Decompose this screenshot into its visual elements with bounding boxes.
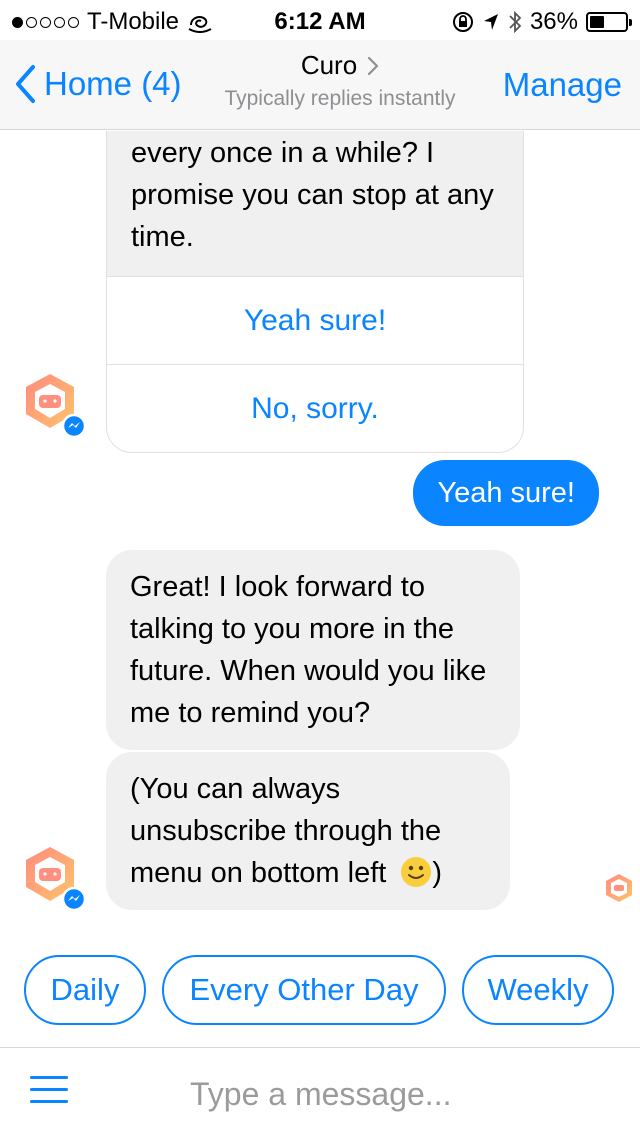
quick-reply-every-other-day[interactable]: Every Other Day bbox=[162, 955, 446, 1025]
back-button[interactable]: Home (4) bbox=[14, 64, 182, 104]
battery-icon bbox=[586, 12, 632, 32]
conversation-header[interactable]: Curo Typically replies instantly bbox=[200, 50, 480, 111]
response-time-subtitle: Typically replies instantly bbox=[224, 87, 456, 110]
battery-percent: 36% bbox=[529, 8, 578, 35]
chevron-right-icon bbox=[368, 56, 379, 75]
bot-message-2-text: (You can always unsubscribe through the … bbox=[130, 773, 442, 889]
bot-message-2-end: ) bbox=[432, 857, 443, 889]
conversation-title: Curo bbox=[301, 50, 379, 81]
contact-name: Curo bbox=[300, 50, 358, 80]
message-composer bbox=[0, 1047, 640, 1136]
hamburger-menu-icon[interactable] bbox=[30, 1076, 68, 1108]
location-arrow-icon bbox=[483, 14, 498, 30]
quick-replies: Daily Every Other Day Weekly bbox=[24, 955, 614, 1025]
read-receipt-avatar-icon bbox=[606, 874, 632, 902]
nav-bar: Home (4) Curo Typically replies instantl… bbox=[0, 40, 640, 130]
bot-avatar-icon[interactable] bbox=[20, 370, 88, 438]
smiley-emoji-icon bbox=[401, 857, 432, 887]
status-bar: T-Mobile 6:12 AM 36% bbox=[0, 0, 640, 40]
card-option-no-sorry[interactable]: No, sorry. bbox=[107, 364, 523, 452]
bot-message-bubble-2: (You can always unsubscribe through the … bbox=[106, 752, 510, 910]
status-right: 36% bbox=[452, 8, 632, 36]
bluetooth-icon bbox=[509, 10, 522, 34]
bot-message-bubble: Great! I look forward to talking to you … bbox=[106, 550, 520, 750]
manage-button[interactable]: Manage bbox=[503, 66, 622, 104]
bot-avatar-icon-2[interactable] bbox=[20, 843, 88, 911]
quick-reply-daily[interactable]: Daily bbox=[24, 955, 146, 1025]
back-label: Home (4) bbox=[44, 65, 182, 102]
chevron-left-icon bbox=[16, 65, 35, 103]
bot-card-message: every once in a while? I promise you can… bbox=[106, 131, 524, 453]
battery-fill bbox=[590, 16, 604, 28]
user-message-bubble: Yeah sure! bbox=[413, 460, 599, 526]
card-text: every once in a while? I promise you can… bbox=[107, 131, 523, 276]
quick-reply-weekly[interactable]: Weekly bbox=[462, 955, 614, 1025]
message-input[interactable] bbox=[190, 1072, 610, 1116]
card-option-yeah-sure[interactable]: Yeah sure! bbox=[107, 276, 523, 364]
message-list[interactable]: every once in a while? I promise you can… bbox=[0, 131, 640, 941]
rotation-lock-icon bbox=[452, 12, 473, 32]
